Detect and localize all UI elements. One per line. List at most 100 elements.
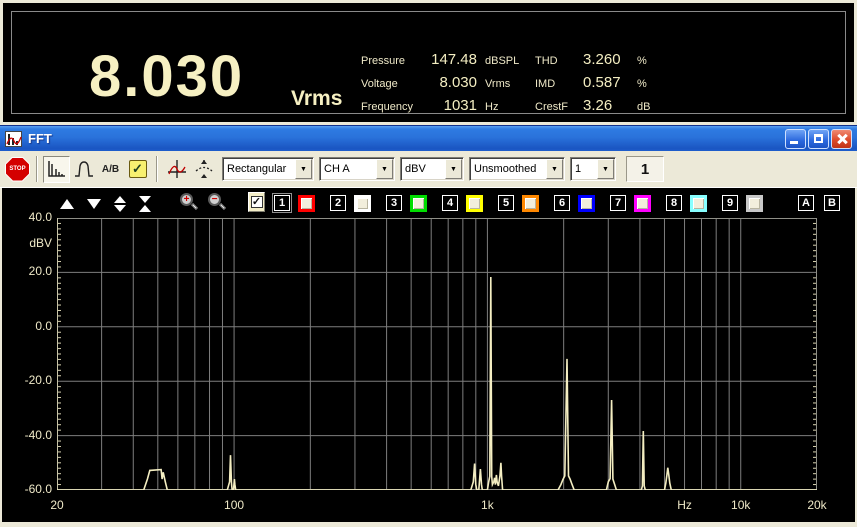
- y-tick-label: dBV: [29, 236, 52, 251]
- curve-button-8[interactable]: 8: [664, 193, 684, 213]
- y-tick-label: 20.0: [28, 264, 52, 279]
- toolbar: STOP A/B ✓ Rectangular ▼ CH A ▼ dBV ▼ Un…: [0, 151, 857, 188]
- memory-button-B[interactable]: B: [822, 193, 842, 213]
- measurement-readings: Pressure 147.48 dBSPL THD 3.260 % Voltag…: [361, 51, 665, 114]
- crest-value: 3.26: [583, 97, 613, 114]
- toolbar-separator: [36, 156, 38, 182]
- curve-color-checkbox-8[interactable]: [690, 194, 707, 212]
- spectrum-curve: [57, 276, 817, 490]
- curve-button-7[interactable]: 7: [608, 193, 628, 213]
- frequency-label: Frequency: [361, 101, 413, 113]
- pressure-label: Pressure: [361, 55, 406, 67]
- main-level-value: 8.030: [89, 44, 245, 109]
- curve-color-checkbox-9[interactable]: [746, 194, 763, 212]
- x-tick-label: Hz: [677, 498, 692, 512]
- curve-number-3: 3: [386, 195, 402, 211]
- fit-range-button[interactable]: [190, 156, 217, 183]
- curve-color-checkbox-3[interactable]: [410, 194, 427, 212]
- check-icon: ✓: [250, 196, 263, 208]
- thd-unit: %: [637, 55, 647, 67]
- curve-number-9: 9: [722, 195, 738, 211]
- thd-value: 3.260: [583, 51, 621, 68]
- curve-color-checkbox-2[interactable]: [354, 194, 371, 212]
- crest-label: CrestF: [535, 101, 568, 113]
- channel-select[interactable]: CH A ▼: [319, 157, 395, 181]
- imd-label: IMD: [535, 78, 556, 90]
- curve-number-1: 1: [274, 195, 290, 211]
- averages-count: 1: [626, 156, 664, 182]
- window-title: FFT: [28, 131, 52, 146]
- curve-button-6[interactable]: 6: [552, 193, 572, 213]
- curve-button-5[interactable]: 5: [496, 193, 516, 213]
- curve-button-4[interactable]: 4: [440, 193, 460, 213]
- smoothing-select[interactable]: Unsmoothed ▼: [469, 157, 565, 181]
- transfer-function-button[interactable]: A/B: [97, 156, 124, 183]
- curve-button-1[interactable]: 1: [272, 193, 292, 213]
- setup-button[interactable]: ✓: [124, 156, 151, 183]
- chevron-down-icon[interactable]: ▼: [445, 159, 462, 179]
- y-tick-label: -40.0: [24, 427, 52, 442]
- bandpass-curve-icon: [74, 161, 93, 177]
- compress-range-button[interactable]: [139, 196, 151, 212]
- y-tick-label: 40.0: [28, 210, 52, 224]
- curve-color-checkbox-1[interactable]: [298, 194, 315, 212]
- spectrum-mode-button[interactable]: [43, 155, 70, 183]
- curve-number-7: 7: [610, 195, 626, 211]
- curve-button-3[interactable]: 3: [384, 193, 404, 213]
- expand-range-button[interactable]: [114, 196, 126, 212]
- level-meter-panel: 8.030 Vrms Pressure 147.48 dBSPL THD 3.2…: [3, 3, 854, 122]
- thd-label: THD: [535, 55, 558, 67]
- scroll-up-button[interactable]: [60, 199, 74, 209]
- zoom-in-button[interactable]: +: [178, 192, 199, 212]
- curve-color-checkbox-4[interactable]: [466, 194, 483, 212]
- memory-button-A[interactable]: A: [796, 193, 816, 213]
- chevron-down-icon[interactable]: ▼: [546, 159, 563, 179]
- checklist-icon: ✓: [128, 160, 147, 178]
- fit-vertical-icon: [195, 160, 212, 178]
- pressure-unit: dBSPL: [485, 55, 520, 67]
- ab-icon: A/B: [101, 163, 120, 175]
- crest-unit: dB: [637, 101, 651, 113]
- maximize-button[interactable]: [808, 128, 829, 149]
- curve-number-5: 5: [498, 195, 514, 211]
- pressure-value: 147.48: [431, 51, 477, 68]
- cursor-button[interactable]: [163, 156, 190, 183]
- x-tick-label: 1k: [481, 498, 494, 512]
- toolbar-separator: [156, 156, 158, 182]
- stop-icon: STOP: [5, 156, 30, 182]
- scroll-down-button[interactable]: [87, 199, 101, 209]
- fft-app-icon: [5, 130, 22, 147]
- main-level-unit: Vrms: [291, 87, 343, 110]
- chevron-down-icon[interactable]: ▼: [295, 159, 312, 179]
- curve-button-2[interactable]: 2: [328, 193, 348, 213]
- close-button[interactable]: [831, 128, 852, 149]
- title-bar[interactable]: FFT: [0, 125, 857, 151]
- chevron-down-icon[interactable]: ▼: [376, 159, 393, 179]
- zoom-out-button[interactable]: −: [206, 192, 227, 212]
- compress-icon: [139, 196, 151, 203]
- curve-color-checkbox-7[interactable]: [634, 194, 651, 212]
- curve-button-9[interactable]: 9: [720, 193, 740, 213]
- frequency-unit: Hz: [485, 101, 499, 113]
- expand-icon: [114, 196, 126, 203]
- frequency-value: 1031: [443, 97, 477, 114]
- window-function-select[interactable]: Rectangular ▼: [222, 157, 314, 181]
- imd-unit: %: [637, 78, 647, 90]
- octave-mode-button[interactable]: [70, 156, 97, 183]
- curve-color-checkbox-5[interactable]: [522, 194, 539, 212]
- averaging-select[interactable]: 1 ▼: [570, 157, 616, 181]
- x-tick-label: 100: [224, 498, 245, 512]
- spectrum-plot[interactable]: [57, 218, 817, 490]
- overlay-checkbox[interactable]: ✓: [248, 192, 265, 212]
- curve-selector-row: 1 2 3 4 5 6 7 8 9 AB: [272, 193, 842, 213]
- chevron-down-icon[interactable]: ▼: [597, 159, 614, 179]
- spectrum-icon: [47, 161, 65, 177]
- imd-value: 0.587: [583, 74, 621, 91]
- minimize-button[interactable]: [785, 128, 806, 149]
- voltage-label: Voltage: [361, 78, 398, 90]
- curve-color-checkbox-6[interactable]: [578, 194, 595, 212]
- voltage-unit: Vrms: [485, 78, 511, 90]
- voltage-value: 8.030: [439, 74, 477, 91]
- unit-select[interactable]: dBV ▼: [400, 157, 464, 181]
- stop-button[interactable]: STOP: [4, 156, 31, 183]
